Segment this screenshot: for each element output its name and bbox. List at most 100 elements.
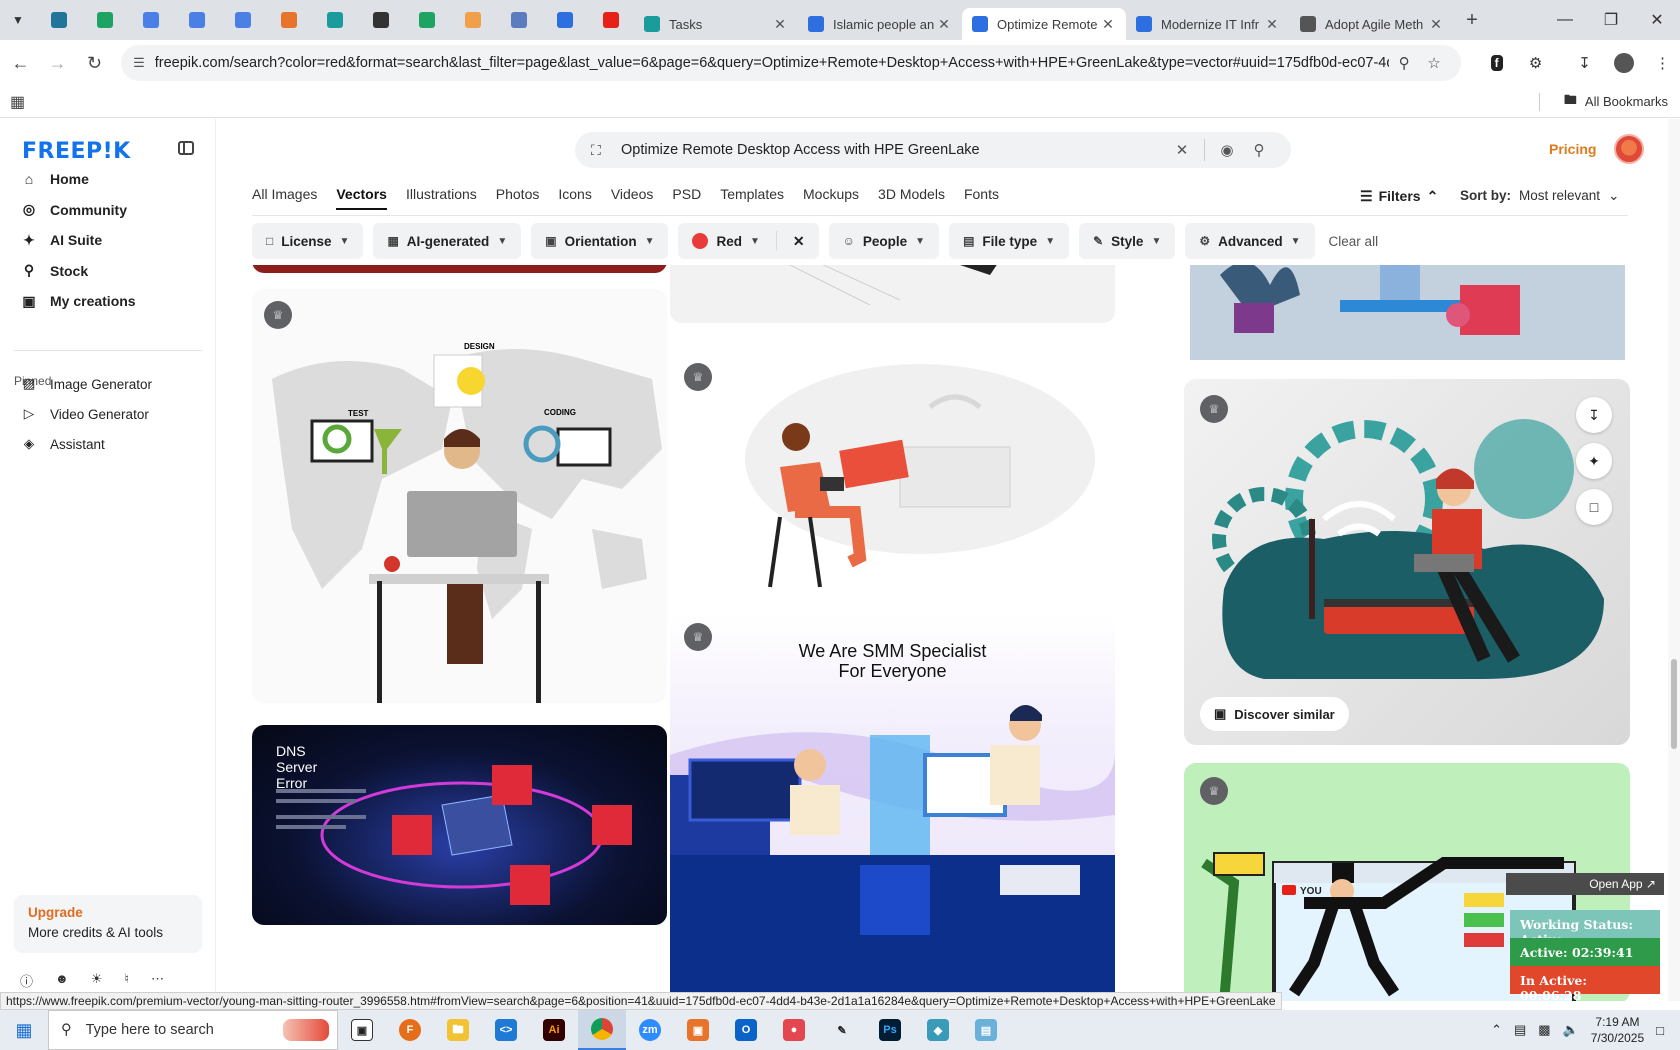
search-icon[interactable]: ⚲ — [1243, 141, 1275, 159]
browser-tab[interactable]: Adopt Agile Meth ✕ — [1290, 8, 1454, 40]
reload-icon[interactable]: ↻ — [78, 46, 111, 80]
tab-videos[interactable]: Videos — [611, 186, 654, 210]
help-icon[interactable]: ⓘ — [20, 971, 33, 990]
taskbar-clock[interactable]: 7:19 AM 7/30/2025 — [1591, 1014, 1644, 1046]
url-text[interactable]: freepik.com/search?color=red&format=sear… — [155, 55, 1389, 71]
pinned-item-assistant[interactable]: ◈ Assistant — [20, 431, 105, 457]
pinned-tab[interactable] — [496, 0, 542, 40]
pinned-tab[interactable] — [220, 0, 266, 40]
tray-chevron-icon[interactable]: ⌃ — [1491, 1022, 1502, 1038]
result-card-man-router[interactable]: ♕ ↧ ✦ □ ▣ Discover similar — [1184, 379, 1630, 745]
pinned-tab[interactable] — [266, 0, 312, 40]
restore-icon[interactable]: ❐ — [1588, 0, 1634, 40]
result-card-partial-2[interactable] — [670, 265, 1115, 323]
orientation-filter[interactable]: ▣ Orientation ▼ — [531, 223, 669, 259]
search-mode-icon[interactable]: ⛶ — [591, 142, 611, 159]
search-input[interactable]: Optimize Remote Desktop Access with HPE … — [621, 142, 1166, 158]
pinned-item-image-generator[interactable]: ▨ Image Generator — [20, 371, 152, 397]
file-explorer-icon[interactable]: 🖿 — [434, 1010, 482, 1050]
network-icon[interactable]: ▩ — [1538, 1022, 1550, 1038]
result-card-woman-router[interactable]: ♕ — [670, 347, 1115, 605]
creative-cloud-icon[interactable]: ● — [770, 1010, 818, 1050]
tab-fonts[interactable]: Fonts — [964, 186, 999, 210]
sidebar-item-ai-suite[interactable]: ✦ AI Suite — [20, 226, 102, 254]
back-icon[interactable]: ← — [4, 46, 37, 80]
discord-icon[interactable]: ☻ — [55, 971, 69, 990]
notepad-icon[interactable]: ▤ — [962, 1010, 1010, 1050]
photoshop-icon[interactable]: Ps — [866, 1010, 914, 1050]
notification-center-icon[interactable]: □ — [1656, 1023, 1664, 1038]
start-button[interactable]: ▦ — [0, 1010, 48, 1050]
pinned-tab[interactable] — [174, 0, 220, 40]
file-type-filter[interactable]: ▤ File type ▼ — [949, 223, 1070, 259]
zoom-icon[interactable]: zm — [626, 1010, 674, 1050]
freepik-logo[interactable]: FREEP!K — [22, 139, 131, 164]
pinned-item-video-generator[interactable]: ▷ Video Generator — [20, 401, 149, 427]
forward-icon[interactable]: → — [41, 46, 74, 80]
fantastical-icon[interactable]: ▣ — [674, 1010, 722, 1050]
pen-tool-icon[interactable]: ✎ — [818, 1010, 866, 1050]
license-filter[interactable]: □ License ▼ — [252, 223, 364, 259]
pinned-tab[interactable] — [542, 0, 588, 40]
sidebar-item-home[interactable]: ⌂ Home — [20, 165, 89, 193]
apps-grid-icon[interactable]: ▦ — [10, 92, 25, 112]
volume-icon[interactable]: 🔈 — [1563, 1022, 1579, 1038]
upgrade-card[interactable]: Upgrade More credits & AI tools — [14, 895, 202, 953]
tab-close-icon[interactable]: ✕ — [1428, 16, 1444, 33]
pinned-tab[interactable] — [312, 0, 358, 40]
tab-close-icon[interactable]: ✕ — [936, 16, 952, 33]
outlook-icon[interactable]: O — [722, 1010, 770, 1050]
extensions-puzzle-icon[interactable]: ⚙ — [1518, 45, 1553, 81]
extension-f-icon[interactable]: f — [1479, 45, 1514, 81]
download-icon[interactable]: ↧ — [1567, 45, 1602, 81]
people-filter[interactable]: ☺ People ▼ — [828, 223, 940, 259]
illustrator-icon[interactable]: Ai — [530, 1010, 578, 1050]
close-window-icon[interactable]: ✕ — [1634, 0, 1680, 40]
tab-3d-models[interactable]: 3D Models — [878, 186, 945, 210]
tab-mockups[interactable]: Mockups — [803, 186, 859, 210]
open-app-button[interactable]: Open App ↗ — [1506, 873, 1664, 895]
sort-control[interactable]: Sort by: Most relevant ⌄ — [1460, 188, 1619, 204]
tab-close-icon[interactable]: ✕ — [1264, 16, 1280, 33]
pinned-tab[interactable] — [404, 0, 450, 40]
remove-color-filter-icon[interactable]: ✕ — [793, 233, 805, 250]
pinned-tab[interactable] — [82, 0, 128, 40]
advanced-filter[interactable]: ⚙ Advanced ▼ — [1185, 223, 1315, 259]
tab-photos[interactable]: Photos — [496, 186, 540, 210]
pinned-tab[interactable] — [358, 0, 404, 40]
task-view-icon[interactable]: ▣ — [338, 1010, 386, 1050]
scrollbar-thumb[interactable] — [1671, 659, 1677, 749]
sidebar-item-community[interactable]: ◎ Community — [20, 196, 127, 224]
minimize-icon[interactable]: — — [1542, 0, 1588, 40]
vscode-icon[interactable]: <> — [482, 1010, 530, 1050]
result-card-developer[interactable]: DESIGN TEST CODING ♕ — [252, 289, 667, 703]
profile-avatar-icon[interactable] — [1606, 45, 1641, 81]
browser-menu-icon[interactable]: ⋮ — [1645, 45, 1680, 81]
browser-tab[interactable]: Optimize Remote ✕ — [962, 8, 1126, 40]
result-card-smm[interactable]: We Are SMM Specialist For Everyone ♕ — [670, 615, 1115, 1001]
result-card-partial-1[interactable] — [252, 265, 667, 273]
bookmark-star-icon[interactable]: ☆ — [1419, 54, 1449, 72]
page-scrollbar[interactable] — [1668, 119, 1680, 1001]
sidebar-item-my-creations[interactable]: ▣ My creations — [20, 287, 135, 315]
tab-templates[interactable]: Templates — [720, 186, 784, 210]
camera-search-icon[interactable]: ◉ — [1211, 141, 1243, 159]
browser-tab[interactable]: Modernize IT Infr ✕ — [1126, 8, 1290, 40]
pinned-tab[interactable] — [128, 0, 174, 40]
all-bookmarks-button[interactable]: 🖿 All Bookmarks — [1564, 91, 1668, 113]
color-filter[interactable]: Red ▼ ✕ — [678, 223, 819, 259]
more-icon[interactable]: ⋯ — [151, 971, 164, 990]
tray-app-icon[interactable]: ▤ — [1514, 1022, 1526, 1038]
ai-generated-filter[interactable]: ▦ AI-generated ▼ — [373, 223, 522, 259]
tab-close-icon[interactable]: ✕ — [772, 16, 788, 33]
search-bar[interactable]: ⛶ Optimize Remote Desktop Access with HP… — [575, 132, 1291, 168]
ai-edit-icon[interactable]: ✦ — [1576, 443, 1612, 479]
user-avatar[interactable] — [1614, 134, 1644, 164]
pinned-tab[interactable] — [450, 0, 496, 40]
result-card-dns-error[interactable]: DNS Server Error — [252, 725, 667, 925]
tab-illustrations[interactable]: Illustrations — [406, 186, 477, 210]
theme-icon[interactable]: ☀ — [91, 971, 103, 990]
chrome-icon[interactable] — [578, 1010, 626, 1050]
style-filter[interactable]: ✎ Style ▼ — [1079, 223, 1176, 259]
result-card-partial-3[interactable] — [1190, 265, 1625, 360]
